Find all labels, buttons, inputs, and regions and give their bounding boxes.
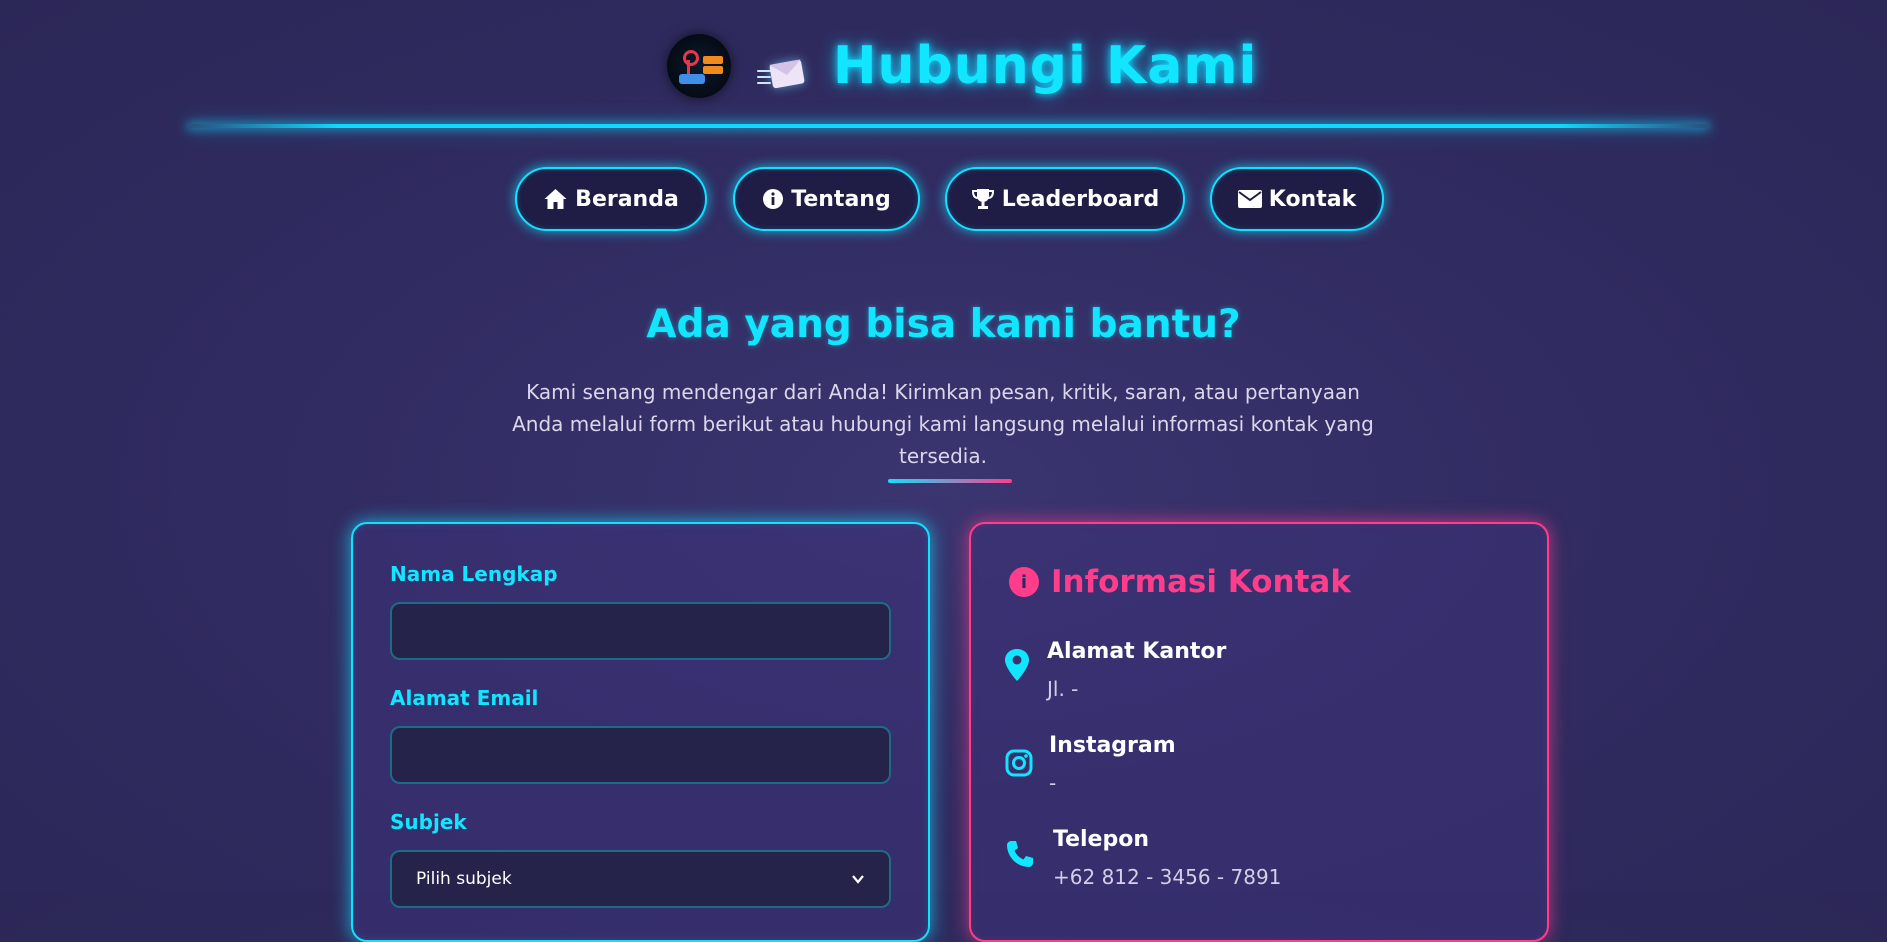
- email-input[interactable]: [390, 726, 891, 784]
- nav-leaderboard-button[interactable]: Leaderboard: [945, 167, 1185, 231]
- info-icon: i: [1009, 567, 1039, 597]
- contact-form-card: Nama Lengkap Alamat Email Subjek Pilih s…: [351, 522, 930, 942]
- intro-heading: Ada yang bisa kami bantu?: [646, 302, 1241, 347]
- envelope-icon: [1237, 190, 1262, 208]
- instagram-icon: [1005, 749, 1033, 777]
- chevron-down-icon: [852, 875, 864, 884]
- contact-item-address-value: Jl. -: [1047, 677, 1079, 701]
- subject-select[interactable]: Pilih subjek: [390, 850, 891, 908]
- subject-label: Subjek: [390, 810, 467, 834]
- subject-select-value: Pilih subjek: [416, 869, 512, 889]
- intro-text: Kami senang mendengar dari Anda! Kirimka…: [512, 380, 1374, 468]
- header-divider: [187, 124, 1710, 128]
- nav-kontak-label: Kontak: [1268, 186, 1357, 212]
- nav-leaderboard-label: Leaderboard: [1001, 186, 1160, 212]
- flying-envelope-icon: [757, 58, 805, 92]
- contact-item-instagram-heading: Instagram: [1049, 733, 1176, 758]
- contact-item-phone-heading: Telepon: [1053, 827, 1149, 852]
- nav-beranda-button[interactable]: Beranda: [515, 167, 707, 231]
- contact-item-phone-value: +62 812 - 3456 - 7891: [1053, 865, 1282, 889]
- email-label: Alamat Email: [390, 686, 539, 710]
- phone-icon: [1007, 841, 1033, 867]
- nav-tentang-button[interactable]: Tentang: [733, 167, 920, 231]
- page-header: Hubungi Kami: [0, 0, 1887, 130]
- nav-kontak-button[interactable]: Kontak: [1210, 167, 1384, 231]
- contact-info-card: i Informasi Kontak Alamat Kantor Jl. - I…: [969, 522, 1549, 942]
- nav-tentang-label: Tentang: [791, 186, 891, 212]
- contact-info-title: Informasi Kontak: [1051, 564, 1351, 600]
- page-title: Hubungi Kami: [833, 36, 1258, 96]
- arcade-joystick-logo[interactable]: [667, 34, 731, 98]
- home-icon: [544, 189, 567, 209]
- main-nav: Beranda Tentang Leaderboard Kontak: [0, 167, 1887, 235]
- name-label: Nama Lengkap: [390, 562, 558, 586]
- intro-divider: [888, 479, 1012, 483]
- info-circle-icon: [763, 189, 784, 209]
- nav-beranda-label: Beranda: [575, 186, 679, 212]
- contact-info-heading: i Informasi Kontak: [1009, 564, 1351, 600]
- name-input[interactable]: [390, 602, 891, 660]
- contact-item-address-heading: Alamat Kantor: [1047, 639, 1227, 664]
- contact-item-instagram-value: -: [1049, 771, 1057, 795]
- map-pin-icon: [1005, 649, 1029, 681]
- trophy-icon: [971, 189, 994, 209]
